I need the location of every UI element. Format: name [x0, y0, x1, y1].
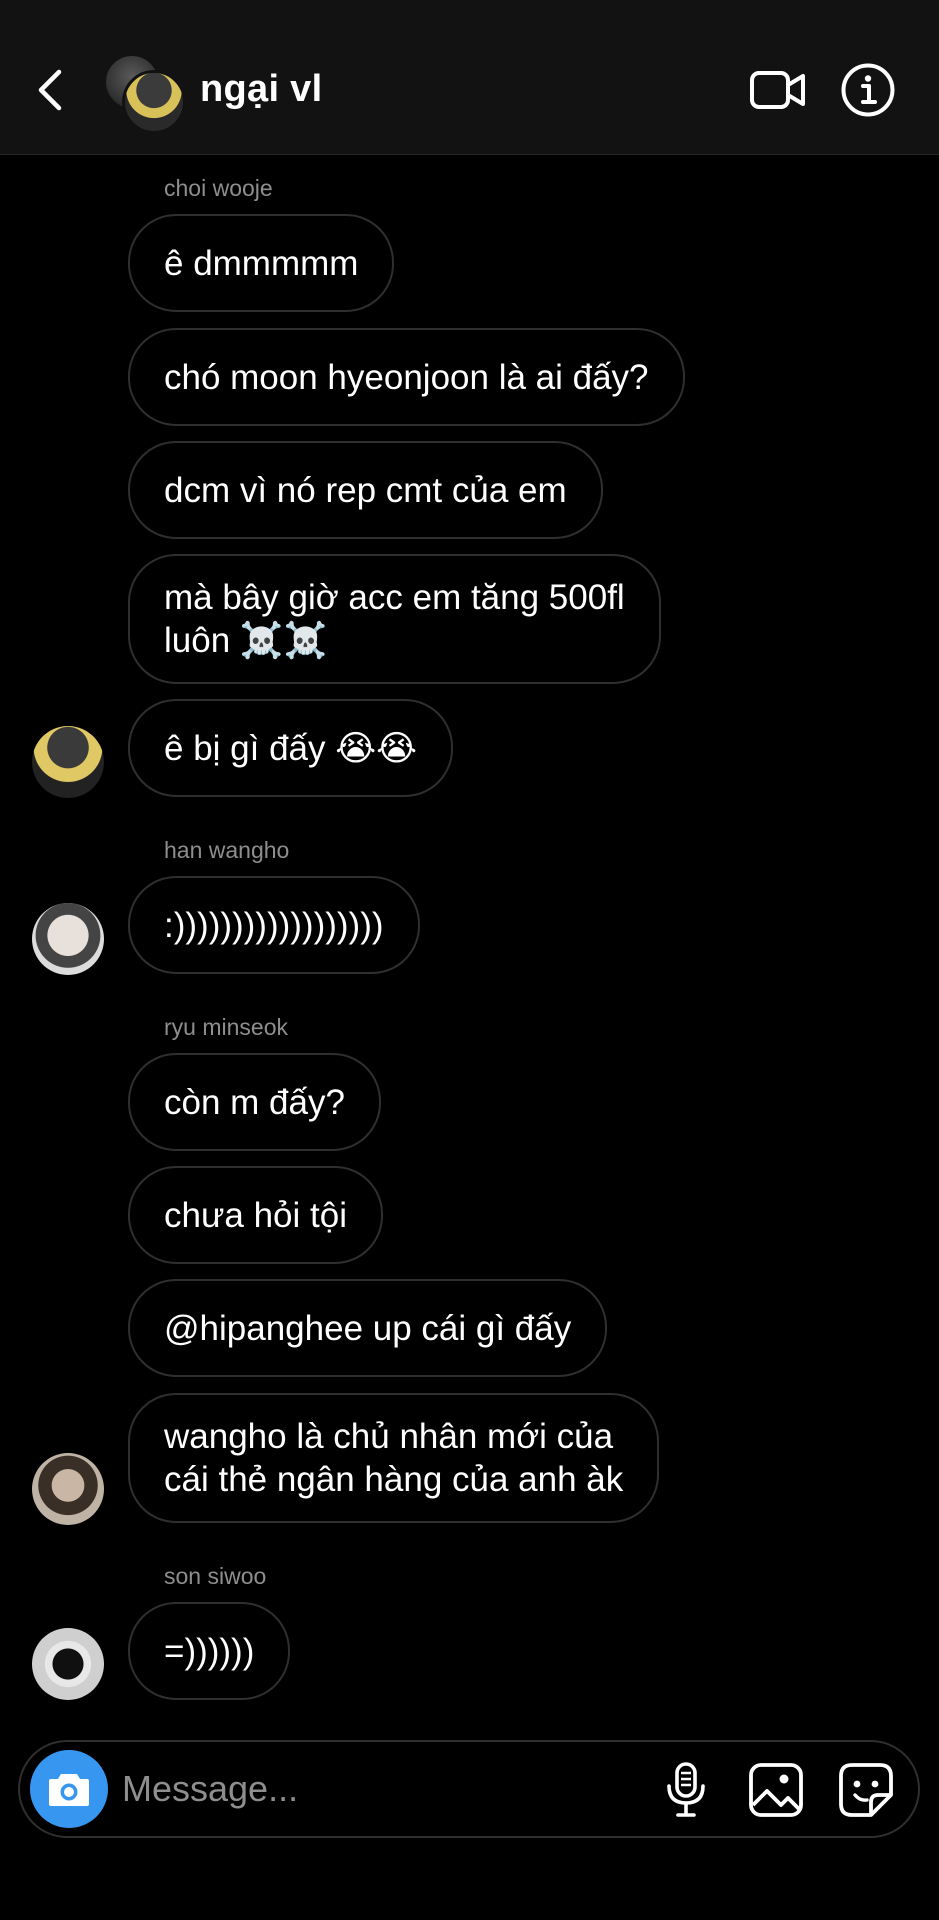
sender-name: ryu minseok [164, 1014, 288, 1040]
image-gallery-icon [749, 1763, 803, 1817]
message-input[interactable] [122, 1764, 542, 1814]
message-text: @hipanghee up cái gì đấy [164, 1308, 572, 1348]
message-bubble[interactable]: ê dmmmmm [128, 214, 395, 312]
chat-title[interactable]: ngại vl [200, 64, 322, 114]
message-text: luôn ☠️☠️ [164, 621, 328, 660]
message-text: mà bây giờ acc em tăng 500fl [164, 578, 625, 617]
message-bubble[interactable]: mà bây giờ acc em tăng 500fl luôn ☠️☠️ [128, 554, 661, 684]
gallery-button[interactable] [746, 1760, 806, 1820]
message-bubble[interactable]: @hipanghee up cái gì đấy [128, 1279, 608, 1377]
chat-header: ngại vl [0, 0, 939, 155]
sender-name: son siwoo [164, 1563, 267, 1589]
camera-button[interactable] [30, 1750, 108, 1828]
video-call-button[interactable] [746, 58, 810, 122]
camera-icon [49, 1774, 89, 1806]
sticker-button[interactable] [836, 1760, 896, 1820]
message-text: ê dmmmmm [164, 243, 359, 283]
message-bubble[interactable]: ê bị gì đấy 😭😭 [128, 699, 454, 797]
message-text: dcm vì nó rep cmt của em [164, 470, 567, 510]
avatar[interactable] [32, 903, 104, 975]
microphone-icon [667, 1762, 705, 1817]
message-text: chó moon hyeonjoon là ai đấy? [164, 357, 649, 397]
avatar[interactable] [32, 726, 104, 798]
video-camera-icon [750, 71, 805, 109]
message-text: :)))))))))))))))))) [164, 905, 384, 945]
message-composer [18, 1740, 920, 1838]
message-text: còn m đấy? [164, 1082, 345, 1122]
message-bubble[interactable]: dcm vì nó rep cmt của em [128, 441, 603, 539]
message-bubble[interactable]: wangho là chủ nhân mới của cái thẻ ngân … [128, 1393, 660, 1523]
message-bubble[interactable]: chó moon hyeonjoon là ai đấy? [128, 328, 685, 426]
message-text: cái thẻ ngân hàng của anh àk [164, 1460, 624, 1499]
avatar[interactable] [32, 1628, 104, 1700]
message-text: =)))))) [164, 1631, 255, 1671]
chat-info-button[interactable] [836, 58, 900, 122]
back-button[interactable] [28, 62, 72, 118]
sender-name: choi wooje [164, 175, 273, 201]
group-avatar-front [122, 70, 186, 134]
message-text: wangho là chủ nhân mới của [164, 1417, 614, 1456]
voice-message-button[interactable] [656, 1760, 716, 1820]
chevron-left-icon [38, 69, 62, 111]
message-text: ê bị gì đấy 😭😭 [164, 728, 418, 768]
info-icon [841, 63, 895, 117]
sticker-icon [839, 1763, 893, 1817]
message-bubble[interactable]: còn m đấy? [128, 1053, 381, 1151]
message-bubble[interactable]: chưa hỏi tội [128, 1166, 383, 1264]
message-text: chưa hỏi tội [164, 1195, 347, 1235]
sender-name: han wangho [164, 837, 290, 863]
avatar[interactable] [32, 1453, 104, 1525]
group-avatar[interactable] [104, 54, 186, 134]
message-bubble[interactable]: =)))))) [128, 1602, 291, 1700]
message-bubble[interactable]: :)))))))))))))))))) [128, 876, 420, 974]
